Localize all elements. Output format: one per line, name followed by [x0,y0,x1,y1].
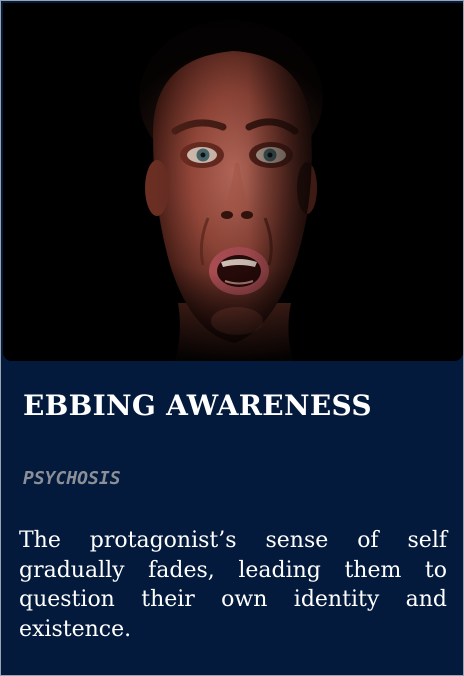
face-illustration [3,3,463,361]
card-description: The protagonist’s sense of self graduall… [19,528,447,642]
card-image [3,3,463,361]
content-card[interactable]: EBBING AWARENESS PSYCHOSIS The protagoni… [0,0,464,676]
category-label: PSYCHOSIS [23,468,121,489]
card-title: EBBING AWARENESS [23,389,372,422]
